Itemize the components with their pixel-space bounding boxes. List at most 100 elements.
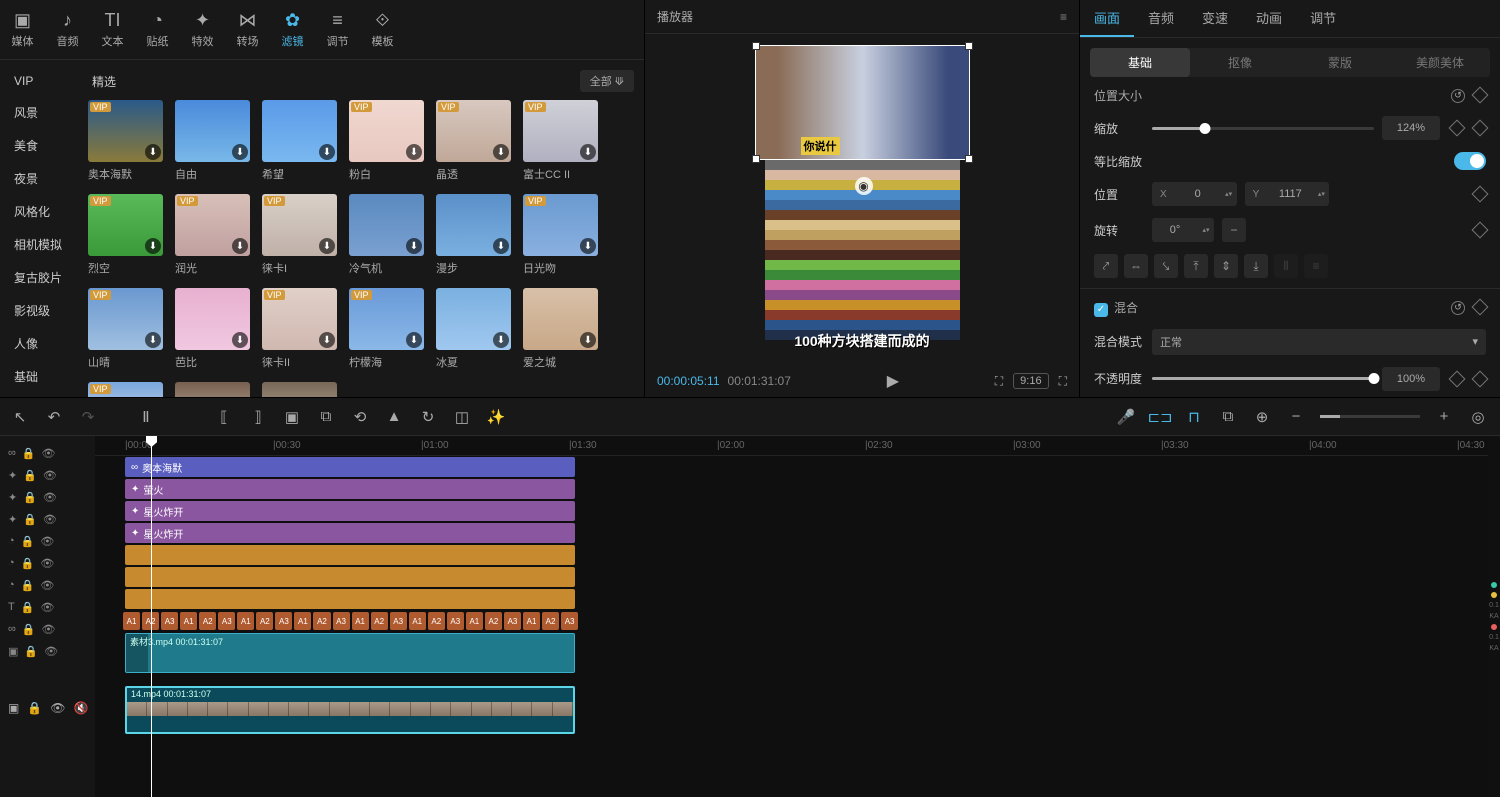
sidebar-item-美食[interactable]: 美食 [0,129,78,162]
distribute-v-icon[interactable]: ≡ [1304,254,1328,278]
filter-card[interactable]: VIP⬇晶透 [436,100,511,182]
marker[interactable]: A2 [428,612,445,630]
filter-card[interactable]: VIP⬇富士CC II [523,100,598,182]
keyframe-icon[interactable] [1472,370,1489,387]
aspect-ratio[interactable]: 9:16 [1013,373,1048,389]
marker[interactable]: A3 [390,612,407,630]
lock-icon[interactable]: 🔒 [21,535,35,548]
eye-icon[interactable]: 👁 [43,469,57,482]
link-clip[interactable]: ∞奥本海默 [125,457,575,477]
marker[interactable]: A3 [275,612,292,630]
marker[interactable]: A3 [218,612,235,630]
lock-icon[interactable]: 🔒 [22,623,36,636]
filter-card[interactable]: ⬇椰林 [262,382,337,397]
position-y-input[interactable]: Y1117▴▾ [1245,182,1330,206]
marker[interactable]: A2 [256,612,273,630]
keyframe-icon[interactable] [1472,186,1489,203]
mute-icon[interactable]: 🔇 [74,701,89,715]
subtab-蒙版[interactable]: 蒙版 [1290,48,1390,77]
rotation-reset[interactable]: − [1222,218,1246,242]
eye-icon[interactable]: 👁 [40,601,54,614]
download-icon[interactable]: ⬇ [493,144,509,160]
rotation-input[interactable]: 0°▴▾ [1152,218,1214,242]
vfx-clip[interactable]: ✦萤火 [125,479,575,499]
marker[interactable]: A3 [333,612,350,630]
keyframe-icon[interactable] [1472,298,1489,315]
trim-right-icon[interactable]: ⟧ [248,407,268,427]
sidebar-item-风景[interactable]: 风景 [0,96,78,129]
lock-icon[interactable]: 🔒 [21,601,35,614]
subtab-基础[interactable]: 基础 [1090,48,1190,77]
filter-card[interactable]: VIP⬇徕卡II [262,288,337,370]
tool-音频[interactable]: ♪音频 [45,6,90,53]
fullscreen-icon[interactable]: ⛶ [1059,374,1067,389]
blend-checkbox[interactable]: ✓ [1094,303,1108,317]
filter-card[interactable]: VIP⬇柠檬海 [349,288,424,370]
lock-icon[interactable]: 🔒 [23,491,37,504]
zoom-fit-icon[interactable]: ◎ [1468,407,1488,427]
filter-card[interactable]: VIP⬇徕卡I [262,194,337,276]
tool-模板[interactable]: ⟐模板 [360,6,405,53]
filter-card[interactable]: ⬇龙舌兰 [175,382,250,397]
filter-card[interactable]: VIP⬇去灰II [88,382,163,397]
sidebar-item-人像[interactable]: 人像 [0,327,78,360]
split-icon[interactable]: Ⅱ [136,407,156,427]
blend-mode-select[interactable]: 正常▾ [1152,329,1486,355]
download-icon[interactable]: ⬇ [580,144,596,160]
align-center-h-icon[interactable]: ⇔ [1124,254,1148,278]
marker[interactable]: A3 [447,612,464,630]
filter-card[interactable]: ⬇希望 [262,100,337,182]
download-icon[interactable]: ⬇ [319,332,335,348]
align-bottom-icon[interactable]: ⤓ [1244,254,1268,278]
timeline[interactable]: |00:00|00:30|01:00|01:30|02:00|02:30|03:… [95,436,1488,797]
sidebar-item-露营[interactable]: 露营 [0,393,78,397]
duplicate-icon[interactable]: ⧉ [316,407,336,427]
marker[interactable]: A1 [409,612,426,630]
sidebar-item-影视级[interactable]: 影视级 [0,294,78,327]
lock-icon[interactable]: 🔒 [27,701,42,715]
gallery-all-button[interactable]: 全部 ⟱ [580,70,634,92]
snap-icon[interactable]: ⊓ [1184,407,1204,427]
tool-文本[interactable]: TI文本 [90,6,135,53]
subtab-美颜美体[interactable]: 美颜美体 [1390,48,1490,77]
marker[interactable]: A3 [504,612,521,630]
eye-icon[interactable]: 👁 [40,535,54,548]
lock-icon[interactable]: 🔒 [22,447,36,460]
lock-icon[interactable]: 🔒 [23,469,37,482]
vfx-clip[interactable]: ✦星火炸开 [125,523,575,543]
keyframe-icon[interactable] [1472,86,1489,103]
marker[interactable]: A1 [294,612,311,630]
video-clip[interactable]: 素材3.mp4 00:01:31:07 [125,633,575,673]
select-tool-icon[interactable]: ↖ [10,407,30,427]
audio-clip[interactable] [125,567,575,587]
zoom-in-icon[interactable]: + [1434,407,1454,427]
ruler[interactable]: |00:00|00:30|01:00|01:30|02:00|02:30|03:… [95,436,1488,456]
tool-贴纸[interactable]: ◔贴纸 [135,6,180,53]
filter-card[interactable]: ⬇冷气机 [349,194,424,276]
main-video-clip[interactable]: 14.mp4 00:01:31:07 [125,686,575,734]
link-icon[interactable]: ⧉ [1218,407,1238,427]
lock-icon[interactable]: 🔒 [21,579,35,592]
tab-变速[interactable]: 变速 [1188,0,1242,37]
filter-card[interactable]: VIP⬇润光 [175,194,250,276]
tool-调节[interactable]: ≡调节 [315,6,360,53]
eye-icon[interactable]: 👁 [43,513,57,526]
playhead[interactable] [151,436,152,797]
filter-card[interactable]: ⬇冰夏 [436,288,511,370]
eye-icon[interactable]: 👁 [43,491,57,504]
download-icon[interactable]: ⬇ [145,238,161,254]
scale-slider[interactable] [1152,127,1374,130]
download-icon[interactable]: ⬇ [319,238,335,254]
download-icon[interactable]: ⬇ [406,332,422,348]
eye-icon[interactable]: 👁 [44,645,58,658]
download-icon[interactable]: ⬇ [493,238,509,254]
lock-icon[interactable]: 🔒 [24,645,38,658]
crop-icon[interactable]: ⛶ [995,374,1003,389]
tool-媒体[interactable]: ▣媒体 [0,6,45,53]
lock-icon[interactable]: 🔒 [21,557,35,570]
distribute-h-icon[interactable]: ⫴ [1274,254,1298,278]
filter-card[interactable]: VIP⬇日光吻 [523,194,598,276]
marker[interactable]: A3 [561,612,578,630]
position-x-input[interactable]: X0▴▾ [1152,182,1237,206]
keyframe-icon[interactable] [1449,370,1466,387]
